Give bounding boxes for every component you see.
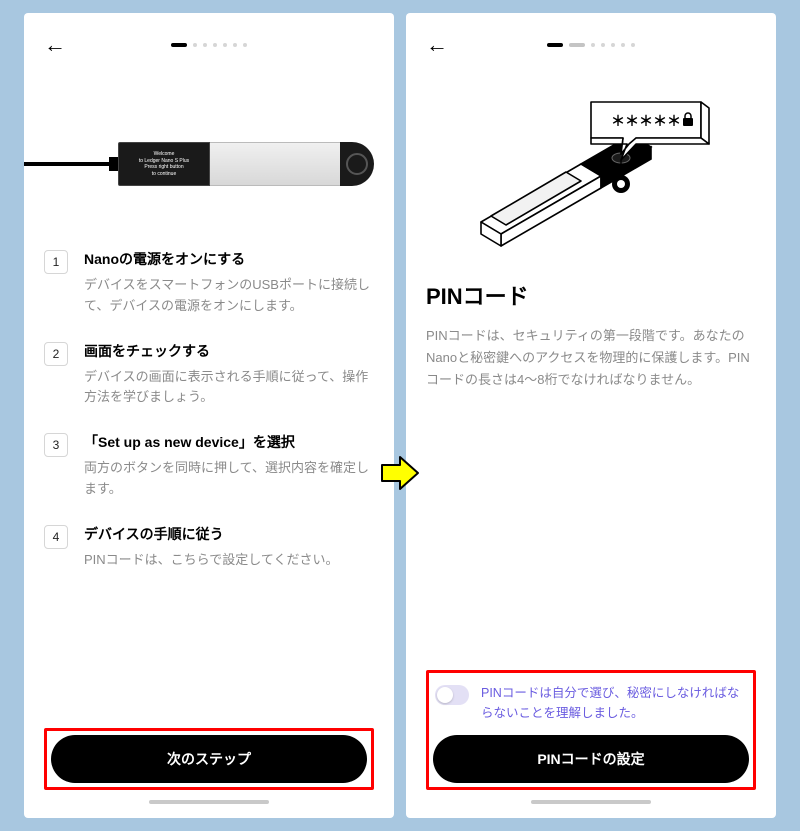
progress-indicator	[171, 43, 247, 47]
step-item: 2 画面をチェックする デバイスの画面に表示される手順に従って、操作方法を学びま…	[44, 341, 374, 409]
highlight-box: 次のステップ	[44, 728, 374, 790]
step-number: 4	[44, 525, 68, 549]
home-indicator	[531, 800, 651, 804]
step-item: 4 デバイスの手順に従う PINコードは、こちらで設定してください。	[44, 524, 374, 571]
step-desc: デバイスをスマートフォンのUSBポートに接続して、デバイスの電源をオンにします。	[84, 275, 374, 317]
step-title: Nanoの電源をオンにする	[84, 249, 374, 269]
step-desc: 両方のボタンを同時に押して、選択内容を確定します。	[84, 458, 374, 500]
consent-text: PINコードは自分で選び、秘密にしなければならないことを理解しました。	[481, 683, 747, 723]
step-number: 3	[44, 433, 68, 457]
highlight-box: PINコードは自分で選び、秘密にしなければならないことを理解しました。 PINコ…	[426, 670, 756, 790]
step-title: デバイスの手順に従う	[84, 524, 374, 544]
progress-indicator	[547, 43, 635, 47]
page-description: PINコードは、セキュリティの第一段階です。あなたのNanoと秘密鍵へのアクセス…	[426, 325, 756, 391]
topbar: ←	[44, 31, 374, 59]
steps-list: 1 Nanoの電源をオンにする デバイスをスマートフォンのUSBポートに接続して…	[44, 249, 374, 728]
step-desc: PINコードは、こちらで設定してください。	[84, 550, 374, 571]
back-icon[interactable]: ←	[426, 34, 448, 56]
configure-pin-button[interactable]: PINコードの設定	[433, 735, 749, 783]
flow-arrow-icon	[380, 455, 420, 491]
pin-bubble-icon: ＊＊＊＊＊	[461, 84, 721, 264]
step-number: 1	[44, 250, 68, 274]
pin-illustration: ＊＊＊＊＊	[426, 79, 756, 269]
consent-toggle[interactable]	[435, 685, 469, 705]
step-title: 画面をチェックする	[84, 341, 374, 361]
back-icon[interactable]: ←	[44, 34, 66, 56]
step-item: 1 Nanoの電源をオンにする デバイスをスマートフォンのUSBポートに接続して…	[44, 249, 374, 317]
topbar: ←	[426, 31, 756, 59]
next-step-button[interactable]: 次のステップ	[51, 735, 367, 783]
home-indicator	[149, 800, 269, 804]
device-illustration: Welcome to Ledger Nano S Plus Press righ…	[44, 119, 374, 209]
step-title: 「Set up as new device」を選択	[84, 432, 374, 452]
consent-row: PINコードは自分で選び、秘密にしなければならないことを理解しました。	[433, 679, 749, 733]
step-item: 3 「Set up as new device」を選択 両方のボタンを同時に押し…	[44, 432, 374, 500]
page-title: PINコード	[426, 279, 756, 311]
screen-step-instructions: ← Welcome to Ledger Nano S Plus Press ri…	[24, 13, 394, 818]
step-number: 2	[44, 342, 68, 366]
step-desc: デバイスの画面に表示される手順に従って、操作方法を学びましょう。	[84, 367, 374, 409]
screen-pin-code: ←	[406, 13, 776, 818]
svg-text:＊＊＊＊＊: ＊＊＊＊＊	[611, 113, 681, 129]
device-screen-icon: Welcome to Ledger Nano S Plus Press righ…	[118, 142, 210, 186]
